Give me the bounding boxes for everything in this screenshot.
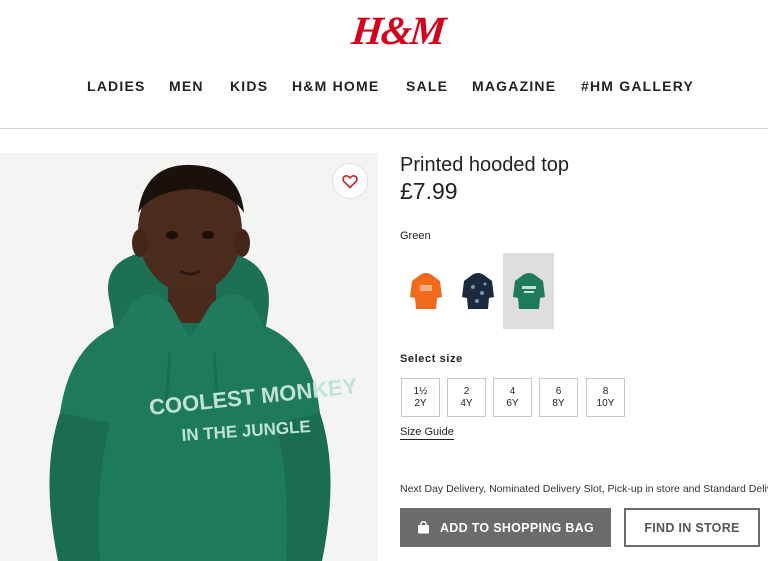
select-size-label: Select size <box>400 353 463 365</box>
size-line1: 6 <box>555 385 562 397</box>
logo-text: H&M <box>349 8 447 53</box>
size-line1: 2 <box>463 385 470 397</box>
color-swatch-navy[interactable] <box>452 253 503 329</box>
nav-item-sale[interactable]: SALE <box>406 78 448 94</box>
orange-hoodie-thumbnail <box>409 273 442 309</box>
size-line1: 4 <box>509 385 516 397</box>
size-line2: 10Y <box>596 397 615 409</box>
nav-item-men[interactable]: MEN <box>169 78 204 94</box>
nav-item-kids[interactable]: KIDS <box>230 78 268 94</box>
product-image[interactable]: COOLEST MONKEY IN THE JUNGLE <box>0 153 378 561</box>
nav-divider <box>0 128 768 129</box>
color-swatch-green[interactable] <box>503 253 554 329</box>
size-button-8y[interactable]: 6 8Y <box>539 378 578 417</box>
find-in-store-button[interactable]: FIND IN STORE <box>624 508 760 547</box>
size-button-2y[interactable]: 1½ 2Y <box>401 378 440 417</box>
size-line1: 8 <box>602 385 609 397</box>
size-line2: 2Y <box>414 397 427 409</box>
size-line2: 4Y <box>460 397 473 409</box>
color-swatch-orange[interactable] <box>400 253 451 329</box>
nav-item-magazine[interactable]: MAGAZINE <box>472 78 556 94</box>
add-to-bag-label: ADD TO SHOPPING BAG <box>439 520 595 535</box>
size-line2: 6Y <box>506 397 519 409</box>
add-to-bag-button[interactable]: ADD TO SHOPPING BAG <box>400 508 611 547</box>
delivery-options-text: Next Day Delivery, Nominated Delivery Sl… <box>400 483 768 495</box>
heart-icon <box>342 174 358 188</box>
size-line1: 1½ <box>413 385 428 397</box>
color-label: Green <box>400 230 431 242</box>
hm-logo[interactable]: H&M <box>349 6 447 56</box>
product-photo-illustration: COOLEST MONKEY IN THE JUNGLE <box>49 164 359 561</box>
find-in-store-label: FIND IN STORE <box>644 520 740 535</box>
size-line2: 8Y <box>552 397 565 409</box>
navy-hoodie-thumbnail <box>461 273 494 309</box>
green-hoodie-thumbnail <box>512 273 545 309</box>
size-button-4y[interactable]: 2 4Y <box>447 378 486 417</box>
size-guide-link[interactable]: Size Guide <box>400 426 454 440</box>
favorite-button[interactable] <box>332 163 368 199</box>
shopping-bag-icon <box>417 521 429 534</box>
product-title: Printed hooded top <box>400 154 570 176</box>
main-nav: LADIES MEN KIDS H&M HOME SALE MAGAZINE #… <box>0 78 768 102</box>
nav-item-ladies[interactable]: LADIES <box>87 78 146 94</box>
nav-item-hm-gallery[interactable]: #HM GALLERY <box>581 78 694 94</box>
product-price: £7.99 <box>400 178 458 204</box>
size-button-10y[interactable]: 8 10Y <box>586 378 625 417</box>
size-button-6y[interactable]: 4 6Y <box>493 378 532 417</box>
nav-item-hm-home[interactable]: H&M HOME <box>292 78 379 94</box>
